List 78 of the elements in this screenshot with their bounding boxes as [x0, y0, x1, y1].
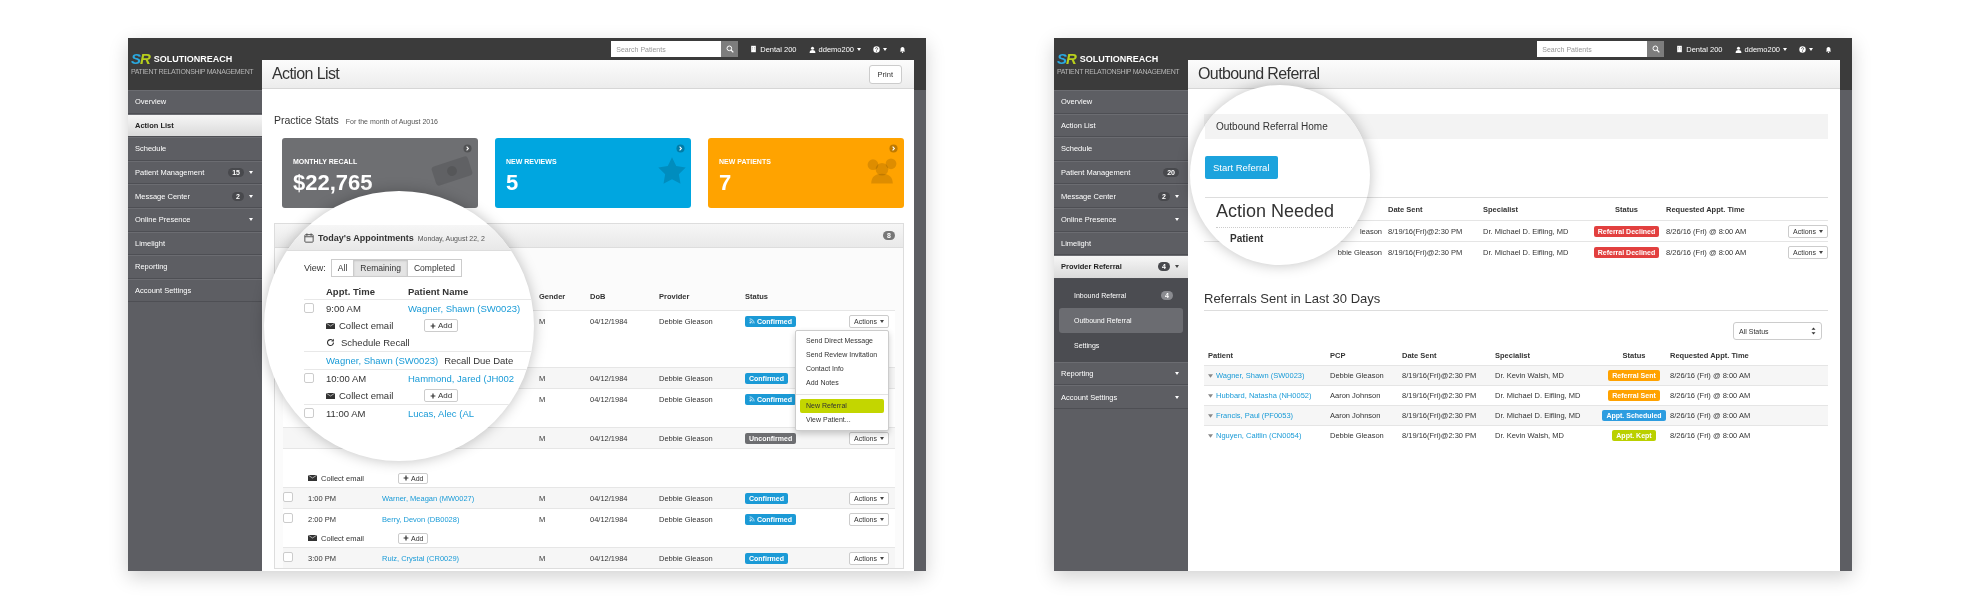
- section-title: Practice Stats: [274, 114, 339, 126]
- arrow-circle-icon: [463, 144, 472, 153]
- calendar-icon: [304, 233, 314, 243]
- plus-icon: [430, 392, 436, 399]
- appointment-time: 9:00 AM: [326, 303, 361, 314]
- recall-note: Recall Due Date: [444, 355, 514, 366]
- view-tab[interactable]: Completed: [406, 259, 463, 277]
- appointment-time: 11:00 AM: [326, 408, 366, 419]
- star-icon: [657, 156, 687, 186]
- envelope-icon: [308, 474, 317, 482]
- caret-icon: [880, 556, 884, 560]
- caret-icon: [880, 517, 884, 521]
- user-icon: [1734, 45, 1742, 53]
- search-button[interactable]: [1647, 41, 1665, 57]
- caret-icon: [1819, 250, 1823, 254]
- row-checkbox[interactable]: [304, 407, 314, 418]
- page-title: Outbound Referral: [1198, 65, 1320, 83]
- caret-icon: [883, 47, 887, 51]
- column-header: Appt. Time: [326, 285, 376, 297]
- caret-icon: [1809, 47, 1813, 51]
- plus-icon: [430, 322, 436, 329]
- caret-icon: [1783, 47, 1787, 51]
- caret-icon: [1819, 229, 1823, 233]
- search-button[interactable]: [721, 41, 739, 57]
- search-icon: [1651, 45, 1660, 53]
- caret-icon: [1208, 413, 1213, 418]
- panel-title: Today's Appointments: [318, 233, 414, 243]
- appointment-time: 10:00 AM: [326, 373, 367, 384]
- task-label: Schedule Recall: [341, 337, 410, 348]
- add-button[interactable]: Add: [424, 319, 459, 332]
- row-checkbox[interactable]: [283, 513, 293, 523]
- row-checkbox[interactable]: [304, 302, 314, 313]
- task-label: Collect email: [339, 320, 394, 331]
- stat-value: 5: [506, 172, 519, 194]
- stat-value: $22,765: [293, 172, 373, 194]
- caret-icon: [1208, 433, 1213, 438]
- view-tab[interactable]: Remaining: [353, 259, 408, 277]
- caret-icon: [880, 496, 884, 500]
- bell-icon: [899, 45, 906, 53]
- logo-name: SOLUTIONREACH: [1079, 53, 1159, 64]
- row-checkbox[interactable]: [304, 372, 314, 383]
- building-icon: [750, 45, 758, 53]
- logo-name: SOLUTIONREACH: [153, 53, 233, 64]
- building-icon: [1676, 45, 1684, 53]
- caret-icon: [857, 47, 861, 51]
- page-title: Action List: [272, 65, 340, 83]
- section-title: Referrals Sent in Last 30 Days: [1204, 291, 1828, 311]
- envelope-icon: [326, 321, 335, 330]
- stat-value: 7: [719, 172, 732, 194]
- refresh-icon: [326, 338, 335, 347]
- logo-mark: SR: [1057, 50, 1076, 67]
- envelope-icon: [308, 534, 317, 542]
- add-button[interactable]: Add: [424, 389, 459, 402]
- caret-icon: [880, 436, 884, 440]
- envelope-icon: [326, 391, 335, 400]
- help-icon: [1799, 45, 1806, 53]
- column-header: Patient Name: [408, 285, 470, 297]
- view-tab[interactable]: All: [330, 259, 355, 277]
- user-icon: [808, 45, 816, 53]
- help-icon: [873, 45, 880, 53]
- task-label: Collect email: [339, 390, 394, 401]
- caret-icon: [880, 319, 884, 323]
- plus-icon: [403, 535, 409, 541]
- breadcrumb-text[interactable]: Outbound Referral Home: [1216, 121, 1328, 132]
- view-label: View:: [304, 263, 326, 273]
- arrow-circle-icon: [889, 144, 898, 153]
- row-checkbox[interactable]: [283, 552, 293, 562]
- column-header: Patient: [1230, 233, 1264, 244]
- search-icon: [725, 45, 734, 53]
- logo-mark: SR: [131, 50, 150, 67]
- bell-icon: [1825, 45, 1832, 53]
- sort-arrows-icon: [1811, 327, 1816, 335]
- arrow-circle-icon: [676, 144, 685, 153]
- plus-icon: [403, 475, 409, 481]
- caret-icon: [1208, 373, 1213, 378]
- row-checkbox[interactable]: [283, 492, 293, 502]
- caret-icon: [1208, 393, 1213, 398]
- section-title: Action Needed: [1216, 201, 1335, 222]
